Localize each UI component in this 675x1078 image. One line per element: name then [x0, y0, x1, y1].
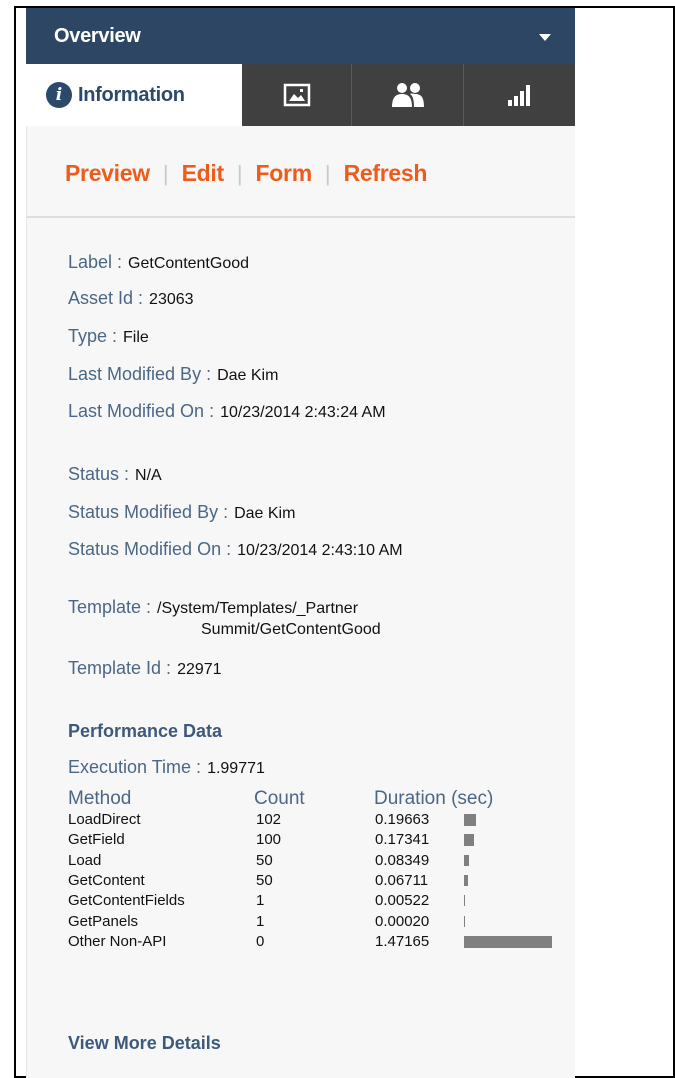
panel-header[interactable]: Overview	[26, 8, 575, 64]
detail-template: Template : /System/Templates/_Partner	[68, 597, 358, 618]
tab-information-label: Information	[78, 83, 185, 106]
detail-last-modified-by: Last Modified By : Dae Kim	[68, 364, 278, 385]
overview-panel: Overview i Information Preview | Edit | …	[26, 8, 575, 1078]
column-header-count: Count	[254, 788, 305, 809]
perf-count: 50	[256, 871, 273, 889]
perf-method: GetContent	[68, 871, 145, 889]
perf-duration-bar	[464, 814, 476, 826]
chevron-down-icon[interactable]	[539, 33, 551, 41]
tab-information[interactable]: i Information	[26, 64, 242, 126]
perf-duration: 1.47165	[375, 932, 430, 950]
perf-method: Load	[68, 851, 102, 869]
bar-chart-icon	[507, 85, 530, 106]
perf-count: 102	[256, 811, 282, 828]
template-id-value: 22971	[177, 661, 222, 678]
action-separator: |	[236, 161, 243, 186]
detail-status-modified-by: Status Modified By : Dae Kim	[68, 502, 295, 523]
perf-method: Other Non-API	[68, 932, 167, 950]
panel-title: Overview	[54, 24, 141, 47]
execution-time: Execution Time : 1.99771	[68, 757, 265, 778]
execution-time-name: Execution Time :	[68, 757, 202, 777]
perf-duration-bar	[464, 895, 465, 907]
perf-duration: 0.06711	[375, 871, 429, 889]
performance-title: Performance Data	[68, 721, 223, 741]
status-modified-by-value: Dae Kim	[234, 505, 296, 522]
action-separator: |	[324, 161, 331, 186]
perf-count: 50	[256, 851, 273, 869]
last-modified-by-value: Dae Kim	[217, 367, 279, 384]
column-header-duration: Duration (sec)	[374, 788, 494, 809]
label-field-name: Label :	[68, 252, 123, 272]
perf-duration-bar	[464, 935, 552, 948]
users-icon	[391, 83, 424, 107]
perf-method: GetContentFields	[68, 892, 185, 910]
status-modified-on-value: 10/23/2014 2:43:10 AM	[237, 542, 403, 559]
detail-asset-id: Asset Id : 23063	[68, 288, 194, 309]
perf-count: 100	[256, 831, 282, 849]
template-id-name: Template Id :	[68, 658, 172, 678]
tab-image[interactable]	[242, 64, 352, 126]
tab-users[interactable]	[352, 64, 464, 126]
perf-count: 1	[256, 892, 265, 910]
template-value-line1: /System/Templates/_Partner	[157, 600, 359, 617]
status-modified-by-name: Status Modified By :	[68, 502, 229, 522]
detail-status: Status : N/A	[68, 464, 162, 485]
perf-method: GetPanels	[68, 912, 139, 930]
detail-template-line2: Summit/GetContentGood	[201, 619, 381, 639]
info-icon: i	[46, 82, 72, 108]
perf-duration-bar	[464, 834, 474, 847]
perf-duration: 0.00020	[375, 912, 430, 930]
status-value: N/A	[135, 467, 162, 484]
refresh-link[interactable]: Refresh	[344, 160, 428, 186]
perf-duration-bar	[464, 915, 465, 927]
tab-bar: i Information	[26, 64, 575, 126]
detail-last-modified-on: Last Modified On : 10/23/2014 2:43:24 AM	[68, 401, 386, 422]
template-value-line2: Summit/GetContentGood	[201, 621, 381, 638]
perf-duration-bar	[464, 874, 468, 886]
perf-duration: 0.17341	[375, 831, 430, 849]
perf-count: 0	[256, 932, 265, 950]
perf-duration-bar	[464, 854, 469, 866]
type-value: File	[123, 329, 149, 346]
form-link[interactable]: Form	[256, 160, 313, 186]
action-bar: Preview | Edit | Form | Refresh	[27, 126, 575, 218]
asset-id-name: Asset Id :	[68, 288, 144, 308]
execution-time-value: 1.99771	[207, 760, 265, 777]
perf-duration: 0.19663	[375, 811, 430, 828]
detail-label: Label : GetContentGood	[68, 252, 249, 273]
detail-type: Type : File	[68, 326, 149, 347]
asset-id-value: 23063	[149, 291, 194, 308]
template-name: Template :	[68, 597, 152, 617]
column-header-method: Method	[68, 788, 132, 809]
last-modified-on-name: Last Modified On :	[68, 401, 215, 421]
edit-link[interactable]: Edit	[182, 160, 225, 186]
label-field-value: GetContentGood	[128, 255, 250, 272]
perf-duration: 0.00522	[375, 892, 430, 910]
perf-method: LoadDirect	[68, 811, 141, 828]
last-modified-by-name: Last Modified By :	[68, 364, 212, 384]
frame-left-border	[14, 6, 16, 1078]
action-separator: |	[162, 161, 169, 186]
perf-method: GetField	[68, 831, 125, 849]
status-modified-on-name: Status Modified On :	[68, 539, 232, 559]
preview-link[interactable]: Preview	[65, 160, 150, 186]
perf-count: 1	[256, 912, 265, 930]
view-more-details-link[interactable]: View More Details	[68, 1033, 221, 1054]
last-modified-on-value: 10/23/2014 2:43:24 AM	[220, 404, 386, 421]
image-icon	[283, 83, 310, 107]
type-name: Type :	[68, 326, 118, 346]
perf-duration: 0.08349	[375, 851, 430, 869]
detail-status-modified-on: Status Modified On : 10/23/2014 2:43:10 A…	[68, 539, 403, 560]
tab-statistics[interactable]	[464, 64, 575, 126]
status-name: Status :	[68, 464, 130, 484]
detail-template-id: Template Id : 22971	[68, 658, 222, 679]
